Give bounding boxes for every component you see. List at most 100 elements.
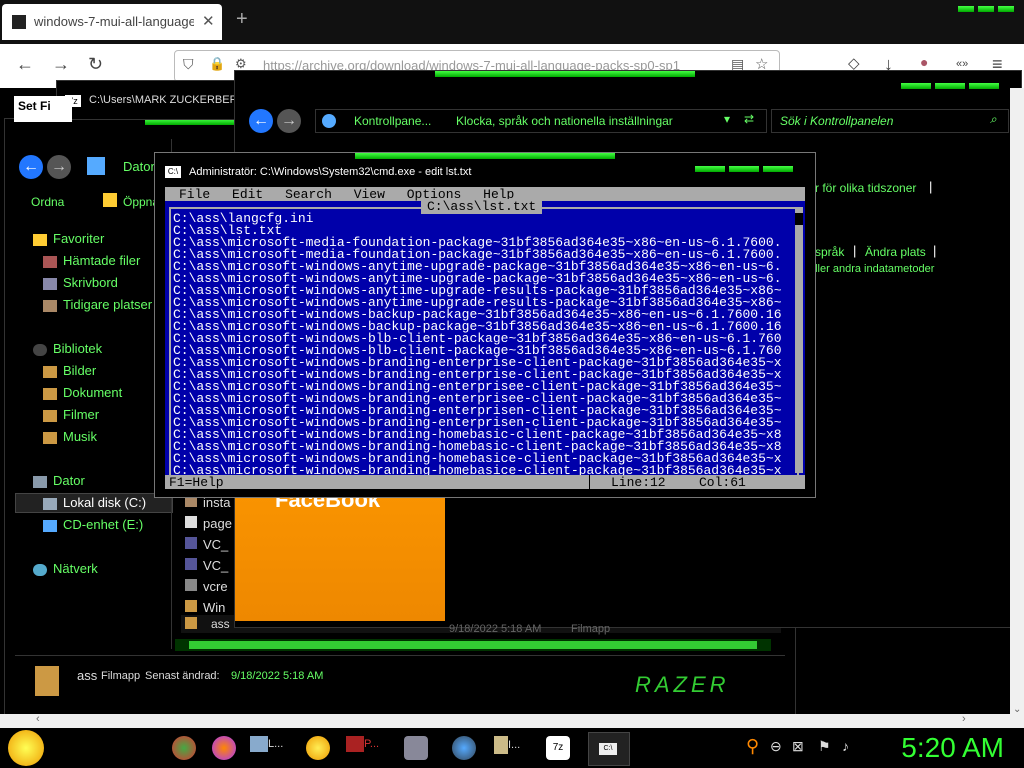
breadcrumb-clock-language[interactable]: Klocka, språk och nationella inställning…	[456, 114, 673, 128]
horizontal-scrollbar[interactable]	[175, 639, 771, 651]
search-icon[interactable]: ⌕	[990, 112, 997, 127]
no-connection-icon[interactable]: ⊠	[792, 738, 804, 755]
sidebar-favorites[interactable]: Favoriter	[33, 231, 104, 246]
refresh-icon[interactable]: ⇄	[744, 112, 754, 126]
chrome-icon[interactable]	[172, 736, 196, 760]
network-app-icon[interactable]	[452, 736, 476, 760]
file-name: page	[203, 516, 232, 531]
back-arrow-icon[interactable]: ←	[19, 155, 43, 179]
start-button[interactable]	[8, 730, 44, 766]
emoji-app-icon[interactable]	[306, 736, 330, 760]
link-timezones[interactable]: r för olika tidszoner	[815, 181, 916, 195]
minus-circle-icon[interactable]: ⊖	[770, 738, 782, 755]
back-arrow-icon[interactable]: ←	[249, 109, 273, 133]
reload-icon[interactable]: ↻	[88, 54, 103, 75]
taskbar-item-i[interactable]: I...	[494, 736, 520, 760]
sidebar-label: CD-enhet (E:)	[63, 517, 144, 532]
back-icon[interactable]: ←	[16, 54, 34, 75]
forward-arrow-icon[interactable]: →	[47, 155, 71, 179]
breadcrumb-controlpanel[interactable]: Kontrollpane...	[354, 114, 431, 128]
server-icon[interactable]	[404, 736, 428, 760]
taskbar-item-explorer[interactable]: L...	[250, 736, 283, 760]
edit-statusbar: F1=Help Line:12 Col:61	[165, 475, 805, 490]
cpanel-window-controls[interactable]	[901, 83, 1001, 93]
scroll-down-icon[interactable]: ⌄	[1013, 704, 1021, 715]
file-name: Win	[203, 600, 226, 615]
close-window-button[interactable]	[763, 166, 793, 172]
lock-icon[interactable]: 🔒	[209, 56, 225, 72]
menu-search[interactable]: Search	[285, 187, 332, 202]
folder-large-icon	[35, 666, 59, 696]
sidebar-libraries[interactable]: Bibliotek	[33, 341, 102, 356]
sidebar-network[interactable]: Nätverk	[33, 561, 98, 576]
sidebar-label: Dator	[53, 473, 85, 488]
minimize-button[interactable]	[958, 6, 974, 12]
browser-tab[interactable]: windows-7-mui-all-language-p ✕	[2, 4, 222, 40]
music-icon	[43, 431, 57, 444]
action-center-icon[interactable]: ⚑	[818, 738, 831, 755]
menu-file[interactable]: File	[179, 187, 210, 202]
maximize-button[interactable]	[978, 6, 994, 12]
sidebar-localdisk[interactable]: Lokal disk (C:)	[43, 495, 146, 510]
taskbar-item-cmd[interactable]: C:\	[588, 732, 630, 766]
archive-icon	[12, 15, 26, 29]
sidebar-cd[interactable]: CD-enhet (E:)	[43, 517, 143, 532]
scroll-left-icon[interactable]: ‹	[36, 713, 40, 725]
forward-arrow-icon[interactable]: →	[277, 109, 301, 133]
new-tab-button[interactable]: +	[236, 8, 248, 31]
link-separator: |	[929, 179, 933, 194]
tab-title: windows-7-mui-all-language-p	[34, 14, 194, 29]
sidebar-desktop[interactable]: Skrivbord	[43, 275, 118, 290]
close-window-button[interactable]	[969, 83, 999, 89]
link-input-methods[interactable]: eller andra indatametoder	[809, 263, 934, 275]
sidebar-music[interactable]: Musik	[43, 429, 97, 444]
firefox-icon[interactable]	[212, 736, 236, 760]
sidebar-recent[interactable]: Tidigare platser	[43, 297, 152, 312]
address-bar[interactable]: Dator	[123, 159, 155, 174]
chevron-down-icon[interactable]: ▾	[724, 112, 730, 126]
vertical-scrollbar[interactable]	[795, 207, 803, 473]
scrollbar-thumb[interactable]	[795, 213, 803, 225]
forward-icon[interactable]: →	[52, 54, 70, 75]
7zip-taskbar-icon[interactable]: 7z	[546, 736, 570, 760]
account-icon[interactable]: ●	[920, 54, 928, 70]
link-language[interactable]: språk	[815, 245, 844, 259]
status-divider	[589, 475, 590, 489]
cmd-window-controls[interactable]	[695, 166, 795, 176]
edit-program: File Edit Search View Options Help C:\as…	[165, 187, 805, 490]
menu-view[interactable]: View	[354, 187, 385, 202]
close-window-button[interactable]	[998, 6, 1014, 12]
taskbar-item-p[interactable]: P...	[346, 736, 379, 760]
minimize-button[interactable]	[695, 166, 725, 172]
extensions-icon[interactable]: «»	[956, 58, 968, 70]
browser-horizontal-scrollbar[interactable]: ‹ ›	[0, 713, 1024, 728]
search-icon[interactable]: ⚲	[746, 736, 759, 757]
browser-vertical-scrollbar[interactable]: ⌄	[1010, 88, 1024, 715]
sidebar-movies[interactable]: Filmer	[43, 407, 99, 422]
menu-edit[interactable]: Edit	[232, 187, 263, 202]
scrollbar-thumb[interactable]	[189, 641, 757, 649]
text-lines: C:\ass\langcfg.ini C:\ass\lst.txt C:\ass\m…	[173, 212, 782, 475]
cpanel-address-bar[interactable]: Kontrollpane... Klocka, språk och nation…	[315, 109, 767, 133]
maximize-button[interactable]	[935, 83, 965, 89]
volume-icon[interactable]: ♪	[842, 738, 849, 754]
clock[interactable]: 5:20 AM	[901, 732, 1004, 764]
sidebar-documents[interactable]: Dokument	[43, 385, 122, 400]
sidebar-downloads[interactable]: Hämtade filer	[43, 253, 140, 268]
link-change-location[interactable]: Ändra plats	[865, 245, 926, 259]
organize-button[interactable]: Ordna	[31, 195, 64, 209]
shield-icon[interactable]: ⛉	[183, 56, 194, 73]
cpanel-search-input[interactable]: Sök i Kontrollpanelen ⌕	[771, 109, 1009, 133]
sidebar-pictures[interactable]: Bilder	[43, 363, 96, 378]
window-controls[interactable]	[958, 4, 1018, 18]
maximize-button[interactable]	[729, 166, 759, 172]
close-tab-icon[interactable]: ✕	[202, 12, 215, 30]
scroll-right-icon[interactable]: ›	[962, 713, 966, 725]
cmd-icon: C:\	[165, 166, 181, 178]
cmd-icon: C:\	[599, 743, 617, 755]
window-gloss	[435, 71, 695, 77]
movies-icon	[43, 409, 57, 422]
text-area[interactable]: C:\ass\langcfg.ini C:\ass\lst.txt C:\ass\m…	[169, 207, 799, 477]
minimize-button[interactable]	[901, 83, 931, 89]
sidebar-computer[interactable]: Dator	[33, 473, 85, 488]
